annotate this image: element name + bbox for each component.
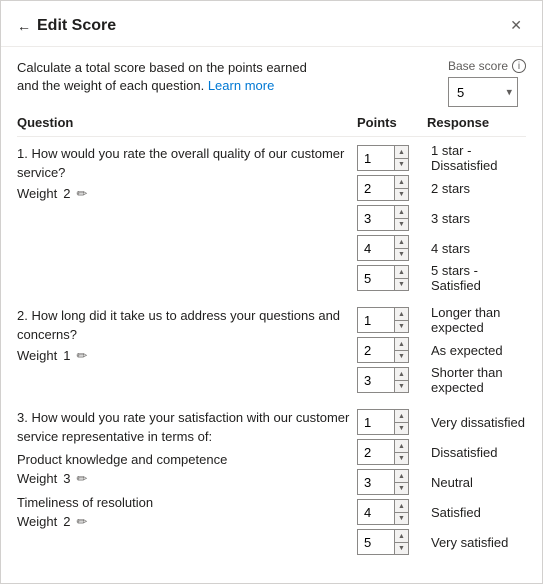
points-col-2: ▲ ▼ ▲ ▼ ▲ (357, 307, 427, 393)
points-input-3-4: ▲ ▼ (357, 499, 409, 525)
points-col-1: ▲ ▼ ▲ ▼ ▲ (357, 145, 427, 291)
spin-down-1-5[interactable]: ▼ (394, 279, 408, 291)
points-input-1-5: ▲ ▼ (357, 265, 409, 291)
spin-up-1-2[interactable]: ▲ (394, 176, 408, 189)
spin-up-1-1[interactable]: ▲ (394, 146, 408, 159)
sub-question-1: Product knowledge and competence Weight … (17, 452, 357, 487)
edit-weight-icon-3b[interactable]: ✏ (76, 514, 87, 530)
spin-down-1-2[interactable]: ▼ (394, 189, 408, 201)
spin-down-3-5[interactable]: ▼ (394, 543, 408, 555)
points-input-3-2: ▲ ▼ (357, 439, 409, 465)
spin-down-1-1[interactable]: ▼ (394, 159, 408, 171)
col-response-header: Response (427, 115, 526, 130)
question-block-3: 3. How would you rate your satisfaction … (17, 409, 526, 555)
spin-down-2-1[interactable]: ▼ (394, 321, 408, 333)
question-text-2: 2. How long did it take us to address yo… (17, 307, 357, 363)
learn-more-link[interactable]: Learn more (208, 78, 274, 93)
weight-row-1: Weight 2 ✏ (17, 186, 357, 202)
responses-col-3: Very dissatisfied Dissatisfied Neutral S… (427, 409, 526, 555)
edit-weight-icon-3a[interactable]: ✏ (76, 471, 87, 487)
dialog-body: Calculate a total score based on the poi… (1, 47, 542, 583)
edit-weight-icon-2[interactable]: ✏ (76, 348, 87, 364)
points-input-1-1: ▲ ▼ (357, 145, 409, 171)
col-points-header: Points (357, 115, 427, 130)
dialog-title: Edit Score (37, 17, 506, 35)
question-row-2: 2. How long did it take us to address yo… (17, 307, 526, 393)
back-button[interactable]: ← (17, 16, 37, 36)
base-score-section: Base score i 5 (448, 59, 526, 107)
question-text-1: 1. How would you rate the overall qualit… (17, 145, 357, 201)
spin-down-1-4[interactable]: ▼ (394, 249, 408, 261)
responses-col-2: Longer than expected As expected Shorter… (427, 307, 526, 393)
spin-up-3-3[interactable]: ▲ (394, 470, 408, 483)
spin-down-3-2[interactable]: ▼ (394, 453, 408, 465)
question-block-2: 2. How long did it take us to address yo… (17, 307, 526, 393)
spin-up-1-5[interactable]: ▲ (394, 266, 408, 279)
points-input-1-3: ▲ ▼ (357, 205, 409, 231)
points-input-2-1: ▲ ▼ (357, 307, 409, 333)
base-score-select-wrapper: 5 (448, 77, 518, 107)
points-col-3: ▲ ▼ ▲ ▼ ▲ (357, 409, 427, 555)
weight-row-2: Weight 1 ✏ (17, 348, 357, 364)
points-input-3-3: ▲ ▼ (357, 469, 409, 495)
responses-col-1: 1 star - Dissatisfied 2 stars 3 stars 4 … (427, 145, 526, 291)
spin-up-3-1[interactable]: ▲ (394, 410, 408, 423)
edit-score-dialog: ← Edit Score ✕ Calculate a total score b… (0, 0, 543, 584)
description-text: Calculate a total score based on the poi… (17, 59, 317, 95)
question-block-1: 1. How would you rate the overall qualit… (17, 145, 526, 291)
question-row-1: 1. How would you rate the overall qualit… (17, 145, 526, 291)
spin-down-3-4[interactable]: ▼ (394, 513, 408, 525)
spin-up-2-1[interactable]: ▲ (394, 308, 408, 321)
points-input-1-2: ▲ ▼ (357, 175, 409, 201)
spin-up-2-3[interactable]: ▲ (394, 368, 408, 381)
spin-up-3-5[interactable]: ▲ (394, 530, 408, 543)
base-score-select[interactable]: 5 (448, 77, 518, 107)
weight-row-3b: Weight 2 ✏ (17, 514, 357, 530)
spin-down-1-3[interactable]: ▼ (394, 219, 408, 231)
spin-up-1-3[interactable]: ▲ (394, 206, 408, 219)
columns-header: Question Points Response (17, 115, 526, 137)
spin-up-1-4[interactable]: ▲ (394, 236, 408, 249)
spin-up-2-2[interactable]: ▲ (394, 338, 408, 351)
sub-question-2: Timeliness of resolution Weight 2 ✏ (17, 495, 357, 530)
info-icon: i (512, 59, 526, 73)
base-score-label: Base score i (448, 59, 526, 73)
question-text-3: 3. How would you rate your satisfaction … (17, 409, 357, 529)
spin-up-3-4[interactable]: ▲ (394, 500, 408, 513)
points-input-3-1: ▲ ▼ (357, 409, 409, 435)
spin-down-2-3[interactable]: ▼ (394, 381, 408, 393)
weight-row-3a: Weight 3 ✏ (17, 471, 357, 487)
points-input-3-5: ▲ ▼ (357, 529, 409, 555)
col-question-header: Question (17, 115, 357, 130)
spin-down-3-3[interactable]: ▼ (394, 483, 408, 495)
dialog-header: ← Edit Score ✕ (1, 1, 542, 47)
edit-weight-icon-1[interactable]: ✏ (76, 186, 87, 202)
points-input-1-4: ▲ ▼ (357, 235, 409, 261)
spin-down-3-1[interactable]: ▼ (394, 423, 408, 435)
spin-up-3-2[interactable]: ▲ (394, 440, 408, 453)
spin-down-2-2[interactable]: ▼ (394, 351, 408, 363)
close-button[interactable]: ✕ (506, 13, 526, 38)
points-input-2-2: ▲ ▼ (357, 337, 409, 363)
points-input-2-3: ▲ ▼ (357, 367, 409, 393)
question-row-3: 3. How would you rate your satisfaction … (17, 409, 526, 555)
